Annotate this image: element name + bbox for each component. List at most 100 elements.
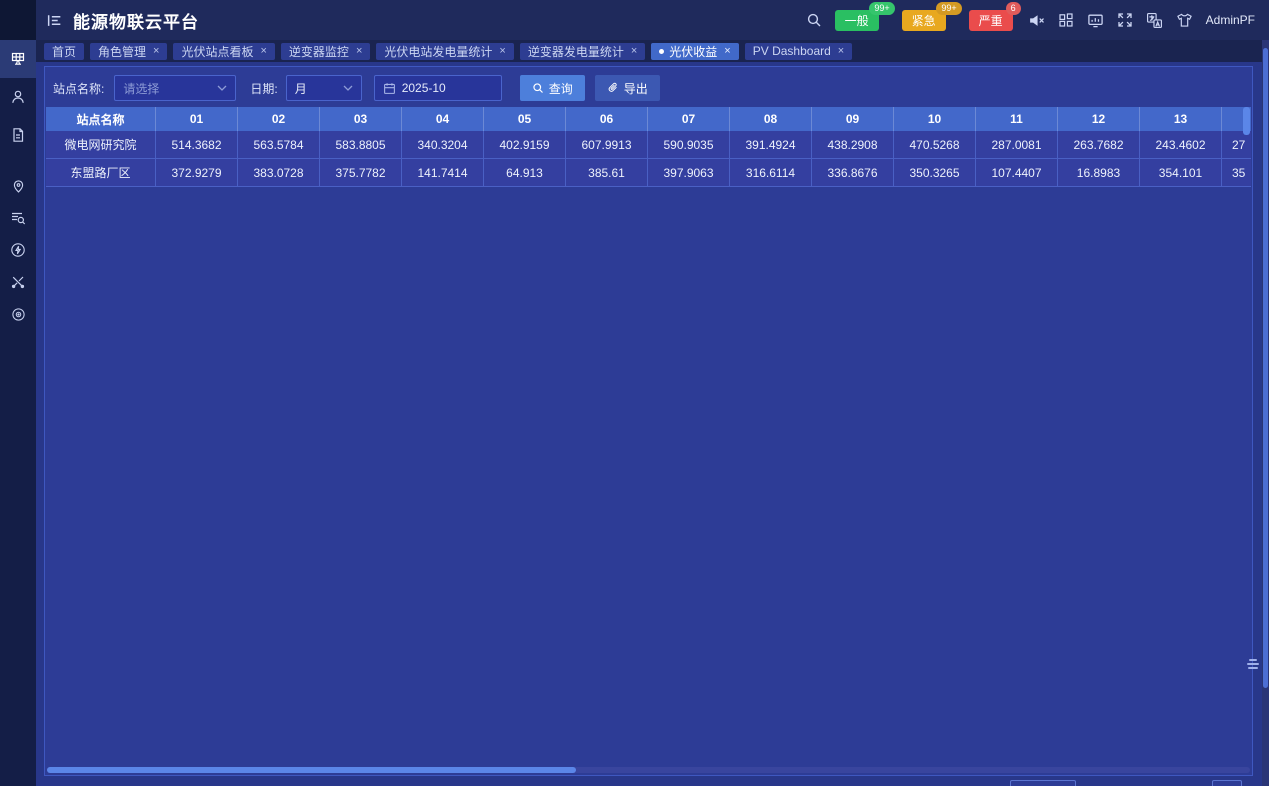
table-row[interactable]: 微电网研究院 514.3682 563.5784 583.8805 340.32… [46, 131, 1251, 159]
value-cell-cut: 35 [1222, 159, 1251, 186]
alarm-badge-general-label: 一般 [845, 14, 869, 28]
username[interactable]: AdminPF [1206, 13, 1255, 27]
paperclip-icon [607, 82, 619, 94]
close-icon[interactable]: × [260, 45, 266, 57]
table-horizontal-scrollbar[interactable] [47, 767, 1250, 773]
tab-label: 逆变器发电量统计 [528, 43, 624, 60]
site-select[interactable]: 请选择 [114, 75, 236, 101]
sidebar-item-settings[interactable] [0, 298, 36, 330]
chevron-down-icon [343, 85, 353, 91]
tab-inverter-monitor[interactable]: 逆变器监控 × [281, 43, 370, 60]
alarm-badge-urgent-label: 紧急 [912, 14, 936, 28]
value-cell: 391.4924 [730, 131, 812, 158]
close-icon[interactable]: × [153, 45, 159, 57]
sidebar-item-maintenance[interactable] [0, 266, 36, 298]
date-type-select[interactable]: 月 [286, 75, 362, 101]
column-header: 07 [648, 107, 730, 131]
collapse-menu-icon[interactable] [46, 12, 63, 29]
value-cell: 583.8805 [320, 131, 402, 158]
query-button[interactable]: 查询 [520, 75, 585, 101]
value-cell: 141.7414 [402, 159, 484, 186]
column-header: 站点名称 [46, 107, 156, 131]
target-icon [11, 307, 26, 322]
data-screen-icon[interactable] [1087, 12, 1104, 29]
sidebar-item-role[interactable] [0, 78, 36, 116]
bolt-circle-icon [10, 242, 26, 258]
tab-label: 角色管理 [98, 43, 146, 60]
value-cell: 354.101 [1140, 159, 1222, 186]
column-header: 02 [238, 107, 320, 131]
tab-pv-site-board[interactable]: 光伏站点看板 × [173, 43, 274, 60]
tab-bar: 首页 角色管理 × 光伏站点看板 × 逆变器监控 × 光伏电站发电量统计 × 逆… [36, 40, 1262, 62]
date-picker-input[interactable]: 2025-10 [374, 75, 502, 101]
value-cell: 340.3204 [402, 131, 484, 158]
solar-panel-icon [10, 51, 26, 67]
alarm-badge-critical[interactable]: 严重 6 [969, 10, 1013, 31]
tab-pv-station-gen-stats[interactable]: 光伏电站发电量统计 × [376, 43, 513, 60]
column-header: 06 [566, 107, 648, 131]
value-cell: 397.9063 [648, 159, 730, 186]
export-button[interactable]: 导出 [595, 75, 660, 101]
value-cell: 470.5268 [894, 131, 976, 158]
value-cell: 372.9279 [156, 159, 238, 186]
pagination-button-cut[interactable] [1010, 780, 1076, 786]
close-icon[interactable]: × [356, 45, 362, 57]
search-icon[interactable] [806, 12, 822, 28]
translate-icon[interactable] [1146, 12, 1163, 29]
content-panel: 站点名称: 请选择 日期: 月 2025-10 [44, 66, 1253, 776]
value-cell: 16.8983 [1058, 159, 1140, 186]
tab-label: 光伏站点看板 [181, 43, 253, 60]
header: 能源物联云平台 一般 99+ 紧急 99+ 严重 6 [36, 0, 1269, 40]
column-header: 08 [730, 107, 812, 131]
value-cell: 438.2908 [812, 131, 894, 158]
alarm-badge-critical-label: 严重 [979, 14, 1003, 28]
sidebar-item-energy[interactable] [0, 234, 36, 266]
site-name-cell: 微电网研究院 [46, 131, 156, 158]
theme-shirt-icon[interactable] [1176, 12, 1193, 29]
table-vertical-scrollbar-thumb[interactable] [1243, 107, 1250, 135]
sidebar-item-list-query[interactable] [0, 202, 36, 234]
close-icon[interactable]: × [838, 45, 844, 57]
tab-pv-revenue[interactable]: 光伏收益 × [651, 43, 738, 60]
tab-pv-dashboard[interactable]: PV Dashboard × [745, 43, 852, 60]
date-label: 日期: [250, 80, 277, 97]
close-icon[interactable]: × [499, 45, 505, 57]
mute-icon[interactable] [1028, 12, 1045, 29]
table-row[interactable]: 东盟路厂区 372.9279 383.0728 375.7782 141.741… [46, 159, 1251, 187]
tab-home[interactable]: 首页 [44, 43, 84, 60]
apps-grid-icon[interactable] [1058, 12, 1074, 28]
alarm-count-urgent: 99+ [936, 2, 961, 15]
page-title: 能源物联云平台 [73, 8, 199, 33]
alarm-count-critical: 6 [1006, 2, 1021, 15]
active-tab-dot [659, 49, 664, 54]
column-header: 09 [812, 107, 894, 131]
drag-handle-icon[interactable] [1246, 659, 1260, 669]
export-button-label: 导出 [624, 80, 648, 97]
fullscreen-icon[interactable] [1117, 12, 1133, 28]
value-cell: 336.8676 [812, 159, 894, 186]
close-icon[interactable]: × [724, 45, 730, 57]
alarm-count-general: 99+ [869, 2, 894, 15]
filter-bar: 站点名称: 请选择 日期: 月 2025-10 [53, 73, 1244, 103]
tab-role-management[interactable]: 角色管理 × [90, 43, 167, 60]
value-cell: 514.3682 [156, 131, 238, 158]
column-header: 03 [320, 107, 402, 131]
column-header: 12 [1058, 107, 1140, 131]
page-scrollbar-thumb[interactable] [1263, 48, 1268, 688]
sidebar-item-location[interactable] [0, 170, 36, 202]
value-cell: 107.4407 [976, 159, 1058, 186]
column-header: 11 [976, 107, 1058, 131]
query-button-label: 查询 [549, 80, 573, 97]
close-icon[interactable]: × [631, 45, 637, 57]
sidebar-item-pv-monitor[interactable] [0, 40, 36, 78]
alarm-badge-urgent[interactable]: 紧急 99+ [902, 10, 946, 31]
alarm-badge-general[interactable]: 一般 99+ [835, 10, 879, 31]
table-horizontal-scrollbar-thumb[interactable] [47, 767, 576, 773]
main-content: 站点名称: 请选择 日期: 月 2025-10 [36, 62, 1262, 786]
sidebar-item-report[interactable] [0, 116, 36, 154]
pagination-button-cut[interactable] [1212, 780, 1242, 786]
tab-inverter-gen-stats[interactable]: 逆变器发电量统计 × [520, 43, 645, 60]
value-cell: 590.9035 [648, 131, 730, 158]
value-cell: 383.0728 [238, 159, 320, 186]
page-scrollbar[interactable] [1262, 40, 1269, 786]
